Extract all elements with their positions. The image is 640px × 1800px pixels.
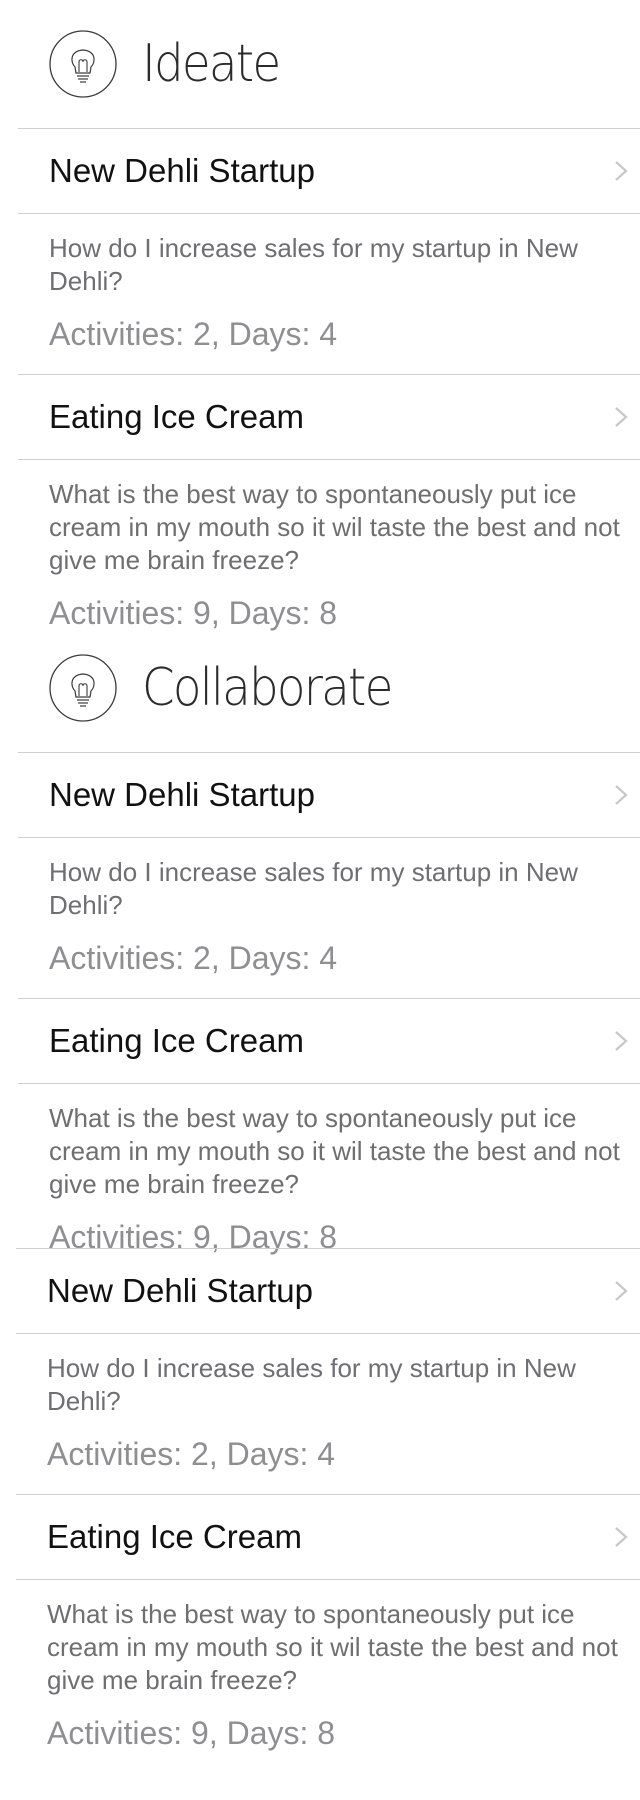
project-list: New Dehli Startup How do I increase sale… — [0, 1248, 640, 1751]
project-title: Eating Ice Cream — [49, 398, 304, 435]
lightbulb-icon — [48, 29, 118, 99]
project-title: New Dehli Startup — [47, 1272, 313, 1309]
project-row-new-dehli-startup[interactable]: New Dehli Startup — [18, 128, 640, 214]
chevron-right-icon — [614, 784, 628, 806]
chevron-right-icon — [614, 160, 628, 182]
chevron-right-icon — [614, 1030, 628, 1052]
app-root: { "sections": [ { "title": "Ideate", "ic… — [0, 0, 640, 1800]
project-item: New Dehli Startup How do I increase sale… — [18, 128, 640, 374]
project-question: What is the best way to spontaneously pu… — [49, 1103, 620, 1199]
project-question: What is the best way to spontaneously pu… — [47, 1599, 618, 1695]
project-row-new-dehli-startup[interactable]: New Dehli Startup — [18, 752, 640, 838]
project-title: Eating Ice Cream — [47, 1518, 302, 1555]
lightbulb-icon — [48, 653, 118, 723]
section-title: Ideate — [142, 34, 281, 94]
project-row-eating-ice-cream[interactable]: Eating Ice Cream — [18, 374, 640, 460]
project-list: New Dehli Startup How do I increase sale… — [0, 752, 640, 1255]
chevron-right-icon — [614, 1526, 628, 1548]
project-question: What is the best way to spontaneously pu… — [49, 479, 620, 575]
project-stats: Activities: 2, Days: 4 — [49, 940, 338, 976]
section-ideate: Ideate New Dehli Startup How do I increa… — [0, 0, 640, 631]
section-collaborate: Collaborate New Dehli Startup How do I i… — [0, 624, 640, 1751]
project-body: How do I increase sales for my startup i… — [16, 1334, 640, 1494]
project-question: How do I increase sales for my startup i… — [49, 857, 578, 920]
project-title: New Dehli Startup — [49, 152, 315, 189]
project-title: New Dehli Startup — [49, 776, 315, 813]
section-header: Ideate — [0, 0, 640, 128]
section-header: Collaborate — [0, 624, 640, 752]
project-item: New Dehli Startup How do I increase sale… — [18, 752, 640, 998]
project-item: Eating Ice Cream What is the best way to… — [18, 374, 640, 631]
project-stats: Activities: 9, Days: 8 — [47, 1715, 336, 1751]
project-stats: Activities: 2, Days: 4 — [47, 1436, 336, 1472]
project-item: Eating Ice Cream What is the best way to… — [16, 1494, 640, 1751]
project-item: Eating Ice Cream What is the best way to… — [18, 998, 640, 1255]
project-stats: Activities: 2, Days: 4 — [49, 316, 338, 352]
project-body: What is the best way to spontaneously pu… — [16, 1580, 640, 1751]
project-body: What is the best way to spontaneously pu… — [18, 1084, 640, 1255]
section-title: Collaborate — [142, 658, 393, 718]
project-body: How do I increase sales for my startup i… — [18, 214, 640, 374]
project-body: What is the best way to spontaneously pu… — [18, 460, 640, 631]
project-row-new-dehli-startup[interactable]: New Dehli Startup — [16, 1248, 640, 1334]
project-question: How do I increase sales for my startup i… — [49, 233, 578, 296]
project-question: How do I increase sales for my startup i… — [47, 1353, 576, 1416]
project-title: Eating Ice Cream — [49, 1022, 304, 1059]
project-row-eating-ice-cream[interactable]: Eating Ice Cream — [18, 998, 640, 1084]
project-row-eating-ice-cream[interactable]: Eating Ice Cream — [16, 1494, 640, 1580]
project-list: New Dehli Startup How do I increase sale… — [0, 128, 640, 631]
chevron-right-icon — [614, 406, 628, 428]
project-body: How do I increase sales for my startup i… — [18, 838, 640, 998]
chevron-right-icon — [614, 1280, 628, 1302]
project-item: New Dehli Startup How do I increase sale… — [16, 1248, 640, 1494]
